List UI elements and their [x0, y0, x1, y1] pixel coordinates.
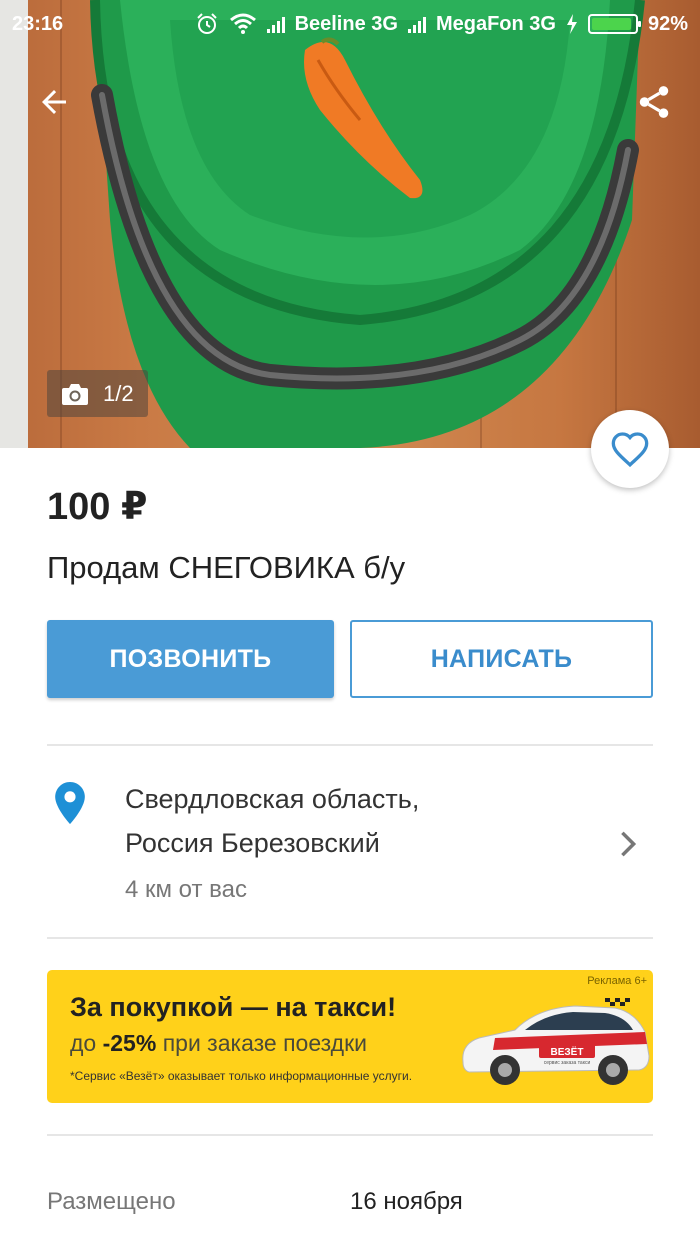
posted-date: 16 ноября: [350, 1188, 463, 1215]
ad-disclaimer: *Сервис «Везёт» оказывает только информа…: [70, 1069, 413, 1083]
signal-icon: [407, 15, 426, 33]
wifi-icon: [229, 13, 256, 34]
chevron-right-icon: [621, 831, 637, 857]
car-brand-text: ВЕЗЁТ: [551, 1045, 584, 1058]
camera-icon: [62, 383, 88, 405]
charging-icon: [566, 14, 577, 34]
location-region: Свердловская область,: [125, 784, 420, 814]
location-distance: 4 км от вас: [125, 876, 247, 903]
location-pin-icon: [55, 782, 85, 824]
ad-banner[interactable]: Реклама 6+ За покупкой — на такси! до -2…: [47, 970, 653, 1103]
battery-icon: [587, 14, 641, 34]
posted-label: Размещено: [47, 1188, 176, 1215]
divider: [47, 744, 653, 746]
ad-discount: -25%: [102, 1030, 157, 1056]
ad-title: За покупкой — на такси!: [70, 992, 397, 1022]
signal-icon: [266, 15, 285, 33]
arrow-left-icon: [42, 90, 66, 114]
back-button[interactable]: [30, 78, 78, 126]
alarm-icon: [196, 13, 217, 34]
share-icon: [639, 86, 669, 118]
divider: [47, 937, 653, 939]
photo-counter[interactable]: 1/2: [47, 370, 148, 417]
battery-fill: [591, 18, 631, 30]
location-row[interactable]: Свердловская область, Россия Березовский…: [47, 770, 653, 915]
car-tagline-text: сервис заказа такси: [544, 1060, 591, 1066]
status-time: 23:16: [12, 12, 64, 35]
carrier-2: MegaFon 3G: [435, 12, 556, 35]
listing-title: Продам СНЕГОВИКА б/у: [47, 550, 406, 585]
carrier-1: Beeline 3G: [294, 12, 398, 35]
photo-counter-text: 1/2: [103, 380, 134, 406]
ad-subtitle-prefix: до: [70, 1030, 97, 1056]
battery-percent: 92%: [647, 12, 688, 35]
location-city: Россия Березовский: [125, 828, 380, 858]
share-button[interactable]: [630, 78, 678, 126]
divider: [47, 1134, 653, 1136]
write-button[interactable]: НАПИСАТЬ: [350, 620, 653, 698]
status-bar: 23:16 Beeline 3G MegaFon 3G 92%: [0, 0, 700, 48]
ad-subtitle-suffix: при заказе поездки: [162, 1030, 367, 1056]
heart-outline-icon: [611, 432, 649, 468]
ad-subtitle: до -25% при заказе поездки: [70, 1030, 367, 1057]
status-icons: Beeline 3G MegaFon 3G 92%: [195, 12, 688, 36]
ad-label: Реклама 6+: [587, 975, 647, 987]
taxi-car-image: ВЕЗЁТ сервис заказа такси: [462, 998, 650, 1085]
call-button[interactable]: ПОЗВОНИТЬ: [47, 620, 334, 698]
favorite-button[interactable]: [591, 410, 669, 488]
listing-price: 100 ₽: [47, 486, 148, 528]
